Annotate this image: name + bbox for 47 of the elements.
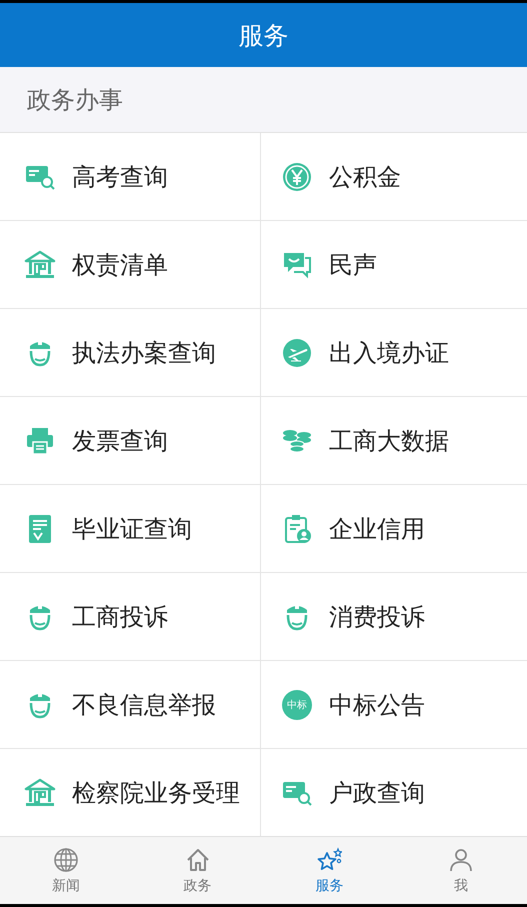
service-item[interactable]: 不良信息举报 (0, 661, 260, 748)
building-icon (24, 776, 56, 808)
service-item[interactable]: 高考查询 (0, 133, 260, 220)
service-label: 企业信用 (329, 514, 425, 544)
home-icon (184, 846, 211, 872)
nav-tab[interactable]: 新闻 (0, 837, 132, 904)
service-label: 工商投诉 (72, 602, 168, 632)
service-item[interactable]: 毕业证查询 (0, 485, 260, 572)
plane-icon (281, 336, 313, 368)
service-label: 公积金 (329, 162, 401, 192)
service-label: 中标公告 (329, 690, 425, 720)
service-item[interactable]: 检察院业务受理 (0, 749, 260, 836)
nav-tab[interactable]: 政务 (132, 837, 264, 904)
service-label: 检察院业务受理 (72, 778, 240, 808)
building-icon (24, 248, 56, 280)
service-label: 高考查询 (72, 162, 168, 192)
service-item[interactable]: 执法办案查询 (0, 309, 260, 396)
person-icon (448, 846, 474, 872)
service-item[interactable]: 发票查询 (0, 397, 260, 484)
service-label: 消费投诉 (329, 602, 425, 632)
service-item[interactable]: 工商大数据 (261, 397, 527, 484)
service-label: 户政查询 (329, 778, 425, 808)
stars-icon (316, 846, 342, 872)
service-item[interactable]: 中标 中标公告 (261, 661, 527, 748)
service-item[interactable]: 户政查询 (261, 749, 527, 836)
service-item[interactable]: 民声 (261, 221, 527, 308)
service-item[interactable]: 企业信用 (261, 485, 527, 572)
service-label: 不良信息举报 (72, 690, 216, 720)
service-label: 民声 (329, 250, 377, 280)
service-label: 权责清单 (72, 250, 168, 280)
text-badge-icon: 中标 (281, 688, 313, 720)
service-item[interactable]: 权责清单 (0, 221, 260, 308)
globe-icon (52, 846, 79, 872)
service-item[interactable]: 工商投诉 (0, 573, 260, 660)
nav-tab[interactable]: 我 (395, 837, 527, 904)
service-item[interactable]: 消费投诉 (261, 573, 527, 660)
service-item[interactable]: 出入境办证 (261, 309, 527, 396)
nav-tab[interactable]: 服务 (264, 837, 396, 904)
service-label: 发票查询 (72, 426, 168, 456)
service-label: 出入境办证 (329, 338, 449, 368)
yuan-coin-icon (281, 160, 313, 192)
section-title: 政务办事 (27, 84, 123, 116)
service-label: 工商大数据 (329, 426, 449, 456)
service-label: 毕业证查询 (72, 514, 192, 544)
service-label: 执法办案查询 (72, 338, 216, 368)
service-item[interactable]: 公积金 (261, 133, 527, 220)
page-title: 服务 (238, 20, 288, 52)
